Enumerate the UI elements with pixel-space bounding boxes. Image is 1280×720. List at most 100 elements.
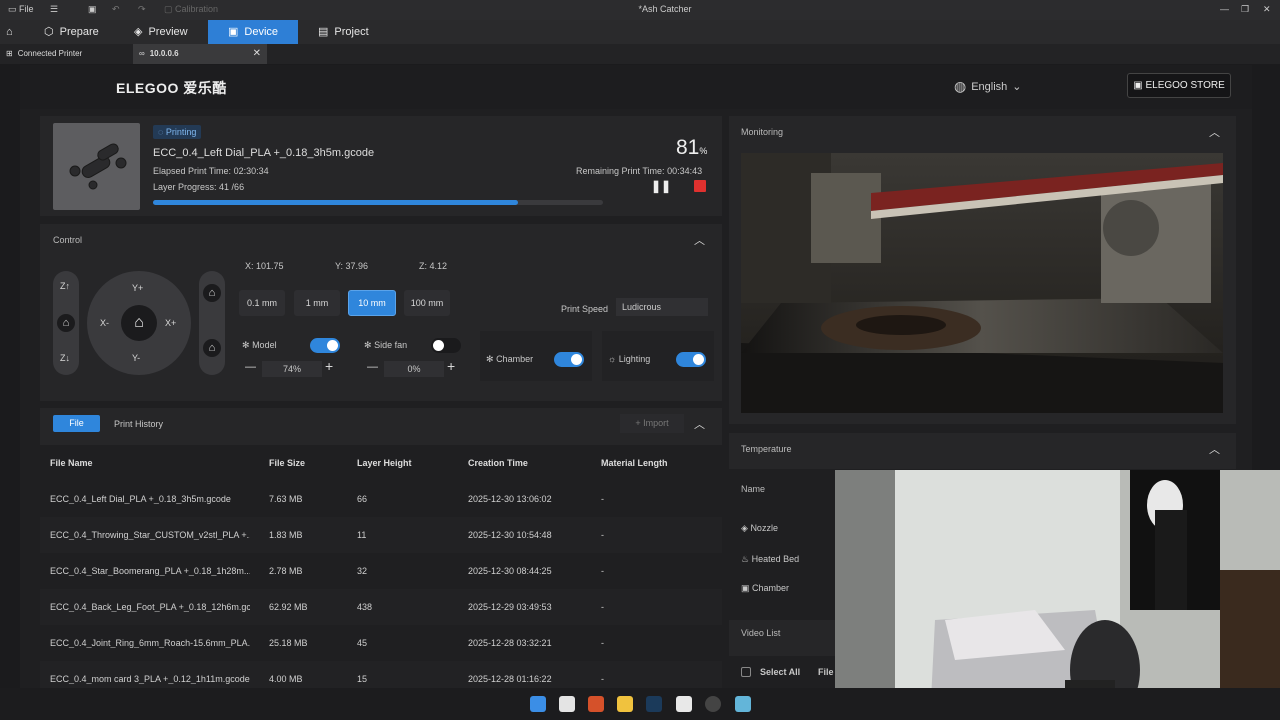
step-0-1mm-button[interactable]: 0.1 mm <box>239 290 285 316</box>
slicer-icon[interactable] <box>676 696 692 712</box>
side-fan-increase[interactable]: + <box>447 358 455 374</box>
side-fan-toggle[interactable] <box>431 338 461 353</box>
table-row[interactable]: ECC_0.4_Throwing_Star_CUSTOM_v2stl_PLA +… <box>40 517 722 553</box>
print-speed-select[interactable]: Ludicrous <box>616 298 708 316</box>
cell-layer-height: 45 <box>357 638 368 648</box>
y-minus-button[interactable]: Y- <box>132 353 140 363</box>
table-row[interactable]: ECC_0.4_Star_Boomerang_PLA +_0.18_1h28m.… <box>40 553 722 589</box>
z-up-button[interactable]: Z↑ <box>60 281 70 291</box>
store-button[interactable]: ▣ ELEGOO STORE <box>1127 73 1231 98</box>
file-menu[interactable]: ▭ File <box>8 4 34 15</box>
layer-progress: Layer Progress: 41 /66 <box>153 182 244 192</box>
remaining-time: Remaining Print Time: 00:34:43 <box>576 166 702 176</box>
z-home-button[interactable]: ⌂ <box>57 314 75 332</box>
collapse-monitoring-icon[interactable]: ︿ <box>1209 124 1220 140</box>
select-all-label[interactable]: Select All <box>760 667 800 677</box>
folder-icon[interactable] <box>617 696 633 712</box>
toggle-knob <box>693 354 704 365</box>
tab-file[interactable]: File <box>53 415 100 432</box>
browser-icon[interactable] <box>588 696 604 712</box>
chrome-icon[interactable] <box>705 696 721 712</box>
cell-file-name: ECC_0.4_Star_Boomerang_PLA +_0.18_1h28m.… <box>50 566 250 576</box>
print-filename: ECC_0.4_Left Dial_PLA +_0.18_3h5m.gcode <box>153 147 375 159</box>
col-layer-height[interactable]: Layer Height <box>357 458 412 468</box>
calibration-menu[interactable]: ▢ Calibration <box>164 4 218 15</box>
side-fan-value[interactable]: 0% <box>384 361 444 377</box>
col-material-length[interactable]: Material Length <box>601 458 668 468</box>
cell-material-length: - <box>601 530 604 540</box>
bed-row: ♨ Heated Bed <box>741 554 799 565</box>
tab-print-history[interactable]: Print History <box>114 419 163 429</box>
home-icon[interactable]: ⌂ <box>6 20 22 44</box>
home-icon: ⌂ <box>208 287 216 299</box>
save-icon[interactable]: ▣ <box>88 4 97 15</box>
x-plus-button[interactable]: X+ <box>165 318 176 328</box>
collapse-temperature-icon[interactable]: ︿ <box>1209 441 1220 457</box>
tab-prepare-label: Prepare <box>59 26 99 38</box>
cell-layer-height: 66 <box>357 494 368 504</box>
tab-connected-printer[interactable]: ⊞ Connected Printer <box>0 44 130 64</box>
percent-unit: % <box>699 146 708 156</box>
notepad-icon[interactable] <box>735 696 751 712</box>
fan-icon: ✻ <box>242 340 250 350</box>
col-file-size[interactable]: File Size <box>269 458 305 468</box>
tab-printer-ip[interactable]: ∞ 10.0.0.6 ✕ <box>133 44 267 64</box>
close-tab-icon[interactable]: ✕ <box>253 44 261 64</box>
spinner-icon: ◌ <box>158 127 164 137</box>
table-row[interactable]: ECC_0.4_Joint_Ring_6mm_Roach-15.6mm_PLA.… <box>40 625 722 661</box>
model-thumbnail <box>53 123 140 210</box>
camera-feed <box>741 153 1223 413</box>
import-button[interactable]: + Import <box>620 414 684 433</box>
step-10mm-button[interactable]: 10 mm <box>348 290 396 316</box>
cell-layer-height: 15 <box>357 674 368 684</box>
collapse-files-icon[interactable]: ︿ <box>694 416 705 432</box>
bed-label: Heated Bed <box>751 554 800 564</box>
col-file-name[interactable]: File Name <box>50 458 93 468</box>
model-fan-value[interactable]: 74% <box>262 361 322 377</box>
x-minus-button[interactable]: X- <box>100 318 109 328</box>
tab-preview[interactable]: ◈ Preview <box>134 20 188 44</box>
steam-icon[interactable] <box>646 696 662 712</box>
temperature-title: Temperature <box>741 444 792 454</box>
table-row[interactable]: ECC_0.4_Left Dial_PLA +_0.18_3h5m.gcode 7… <box>40 481 722 517</box>
redo-icon[interactable]: ↷ <box>138 4 146 15</box>
plus-icon: + <box>635 418 641 428</box>
cell-creation-time: 2025-12-30 13:06:02 <box>468 494 552 504</box>
home-all-button[interactable]: ⌂ <box>203 284 221 302</box>
z-down-button[interactable]: Z↓ <box>60 353 70 363</box>
home-xy-button[interactable]: ⌂ <box>203 339 221 357</box>
tab-project[interactable]: ▤ Project <box>318 20 369 44</box>
model-fan-decrease[interactable]: — <box>245 361 256 373</box>
xy-home-button[interactable]: ⌂ <box>121 305 157 341</box>
tab-prepare[interactable]: ⬡ Prepare <box>44 20 99 44</box>
video-list-title: Video List <box>741 628 781 638</box>
pause-button[interactable]: ❚❚ <box>651 179 671 193</box>
model-fan-toggle[interactable] <box>310 338 340 353</box>
language-select[interactable]: ◍ English ⌄ <box>954 78 1022 95</box>
cell-material-length: - <box>601 638 604 648</box>
tab-device[interactable]: ▣ Device <box>208 20 298 44</box>
step-100mm-button[interactable]: 100 mm <box>404 290 450 316</box>
select-all-checkbox[interactable] <box>741 667 751 677</box>
windows-start-icon[interactable] <box>530 696 546 712</box>
side-fan-decrease[interactable]: — <box>367 361 378 373</box>
undo-icon[interactable]: ↶ <box>112 4 120 15</box>
chamber-fan-toggle[interactable] <box>554 352 584 367</box>
step-1mm-button[interactable]: 1 mm <box>294 290 340 316</box>
menu-icon[interactable]: ☰ <box>50 4 58 15</box>
lighting-toggle[interactable] <box>676 352 706 367</box>
stop-button[interactable] <box>694 180 706 192</box>
home-pad: ⌂ ⌂ <box>199 271 225 375</box>
y-plus-button[interactable]: Y+ <box>132 283 143 293</box>
xy-jog-pad: Y+ Y- X- X+ ⌂ <box>87 271 191 375</box>
app-icon[interactable] <box>559 696 575 712</box>
brand-logo: ELEGOO 爱乐酷 <box>116 80 227 96</box>
model-fan-increase[interactable]: + <box>325 358 333 374</box>
minimize-icon[interactable]: — <box>1220 4 1229 14</box>
close-icon[interactable]: ✕ <box>1263 4 1271 15</box>
maximize-icon[interactable]: ❐ <box>1241 4 1249 15</box>
table-row[interactable]: ECC_0.4_Back_Leg_Foot_PLA +_0.18_12h6m.g… <box>40 589 722 625</box>
collapse-control-icon[interactable]: ︿ <box>694 232 705 248</box>
col-creation-time[interactable]: Creation Time <box>468 458 528 468</box>
cell-file-size: 4.00 MB <box>269 674 303 684</box>
